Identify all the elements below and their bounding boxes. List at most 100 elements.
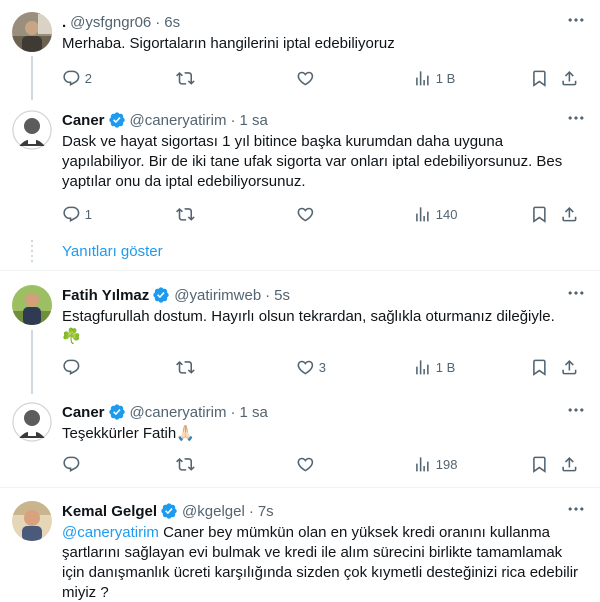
tweet-text: Dask ve hayat sigortası 1 yıl bitince ba… xyxy=(62,133,563,190)
reply-button[interactable]: 1 xyxy=(62,202,92,226)
share-button[interactable] xyxy=(560,66,579,90)
reply-button[interactable] xyxy=(62,355,81,379)
author-handle[interactable]: @caneryatirim xyxy=(130,404,227,421)
reply-icon xyxy=(62,455,81,474)
tweet-text: Merhaba. Sigortaların hangilerini iptal … xyxy=(62,35,395,52)
author-name[interactable]: . xyxy=(62,14,66,31)
thread-dotted-line xyxy=(31,240,33,262)
avatar[interactable] xyxy=(12,501,52,541)
author-name[interactable]: Fatih Yılmaz xyxy=(62,287,149,304)
more-options-icon[interactable] xyxy=(566,108,586,128)
analytics-icon xyxy=(413,358,432,377)
separator-dot: · xyxy=(230,111,236,129)
like-button[interactable]: 3 xyxy=(296,355,326,379)
retweet-icon xyxy=(176,358,195,377)
analytics-icon xyxy=(413,455,432,474)
author-name[interactable]: Kemal Gelgel xyxy=(62,503,157,520)
tweet[interactable]: Caner @caneryatirim · 1 sa Teşekkürler F… xyxy=(0,400,600,480)
clover-emoji: ☘️ xyxy=(62,328,81,345)
tweet-text: Teşekkürler Fatih🙏🏻 xyxy=(62,424,588,444)
like-button[interactable] xyxy=(296,202,315,226)
views-button[interactable]: 140 xyxy=(413,202,457,226)
reply-button[interactable]: 2 xyxy=(62,66,92,90)
more-options-icon[interactable] xyxy=(566,400,586,420)
reply-icon xyxy=(62,358,81,377)
separator-dot: · xyxy=(230,403,236,421)
reply-icon xyxy=(62,69,81,88)
timestamp[interactable]: 7s xyxy=(258,503,274,520)
separator-dot: · xyxy=(265,286,271,304)
bookmark-icon xyxy=(530,455,549,474)
view-count: 1 B xyxy=(435,359,456,375)
author-handle[interactable]: @ysfgngr06 xyxy=(70,14,151,31)
avatar[interactable] xyxy=(12,12,52,52)
views-button[interactable]: 1 B xyxy=(413,355,455,379)
verified-badge-icon xyxy=(108,403,126,421)
verified-badge-icon xyxy=(160,502,178,520)
share-button[interactable] xyxy=(560,355,579,379)
retweet-button[interactable] xyxy=(176,355,195,379)
timestamp[interactable]: 1 sa xyxy=(239,112,267,129)
divider xyxy=(0,270,600,271)
share-button[interactable] xyxy=(560,202,579,226)
author-name[interactable]: Caner xyxy=(62,112,105,129)
more-options-icon[interactable] xyxy=(566,10,586,30)
reply-icon xyxy=(62,205,81,224)
timestamp[interactable]: 6s xyxy=(164,14,180,31)
avatar[interactable] xyxy=(12,285,52,325)
retweet-button[interactable] xyxy=(176,452,195,476)
heart-icon xyxy=(296,205,315,224)
heart-icon xyxy=(296,358,315,377)
verified-badge-icon xyxy=(152,286,170,304)
share-icon xyxy=(560,455,579,474)
reply-count: 2 xyxy=(84,70,92,86)
share-icon xyxy=(560,69,579,88)
heart-icon xyxy=(296,455,315,474)
pray-emoji: 🙏🏻 xyxy=(176,425,195,442)
view-count: 198 xyxy=(435,456,458,472)
share-icon xyxy=(560,205,579,224)
author-handle[interactable]: @caneryatirim xyxy=(130,112,227,129)
timestamp[interactable]: 5s xyxy=(274,287,290,304)
retweet-button[interactable] xyxy=(176,66,195,90)
tweet[interactable]: Caner @caneryatirim · 1 sa Dask ve hayat… xyxy=(0,108,600,230)
mention-link[interactable]: @caneryatirim xyxy=(62,524,159,541)
views-button[interactable]: 1 B xyxy=(413,66,455,90)
author-name[interactable]: Caner xyxy=(62,404,105,421)
separator-dot: · xyxy=(155,13,161,31)
verified-badge-icon xyxy=(108,111,126,129)
analytics-icon xyxy=(413,205,432,224)
bookmark-button[interactable] xyxy=(530,355,549,379)
heart-icon xyxy=(296,69,315,88)
tweet[interactable]: Kemal Gelgel @kgelgel · 7s @caneryatirim… xyxy=(0,499,600,602)
bookmark-icon xyxy=(530,205,549,224)
tweet[interactable]: . @ysfgngr06 · 6s Merhaba. Sigortaların … xyxy=(0,10,600,100)
retweet-button[interactable] xyxy=(176,202,195,226)
timestamp[interactable]: 1 sa xyxy=(239,404,267,421)
more-options-icon[interactable] xyxy=(566,499,586,519)
reply-button[interactable] xyxy=(62,452,81,476)
bookmark-button[interactable] xyxy=(530,202,549,226)
like-button[interactable] xyxy=(296,66,315,90)
avatar[interactable] xyxy=(12,402,52,442)
view-count: 140 xyxy=(435,206,458,222)
more-options-icon[interactable] xyxy=(566,283,586,303)
view-count: 1 B xyxy=(435,70,456,86)
tweet-text: @caneryatirim Caner bey mümkün olan en y… xyxy=(62,523,588,602)
like-button[interactable] xyxy=(296,452,315,476)
bookmark-button[interactable] xyxy=(530,452,549,476)
reply-count: 1 xyxy=(84,206,92,222)
author-handle[interactable]: @kgelgel xyxy=(182,503,245,520)
tweet-text: Estagfurullah dostum. Hayırlı olsun tekr… xyxy=(62,307,588,347)
bookmark-button[interactable] xyxy=(530,66,549,90)
views-button[interactable]: 198 xyxy=(413,452,457,476)
author-handle[interactable]: @yatirimweb xyxy=(174,287,261,304)
like-count: 3 xyxy=(318,359,326,375)
share-icon xyxy=(560,358,579,377)
retweet-icon xyxy=(176,455,195,474)
tweet[interactable]: Fatih Yılmaz @yatirimweb · 5s Estagfurul… xyxy=(0,283,600,383)
share-button[interactable] xyxy=(560,452,579,476)
divider xyxy=(0,487,600,488)
show-replies-link[interactable]: Yanıtları göster xyxy=(62,243,163,260)
avatar[interactable] xyxy=(12,110,52,150)
